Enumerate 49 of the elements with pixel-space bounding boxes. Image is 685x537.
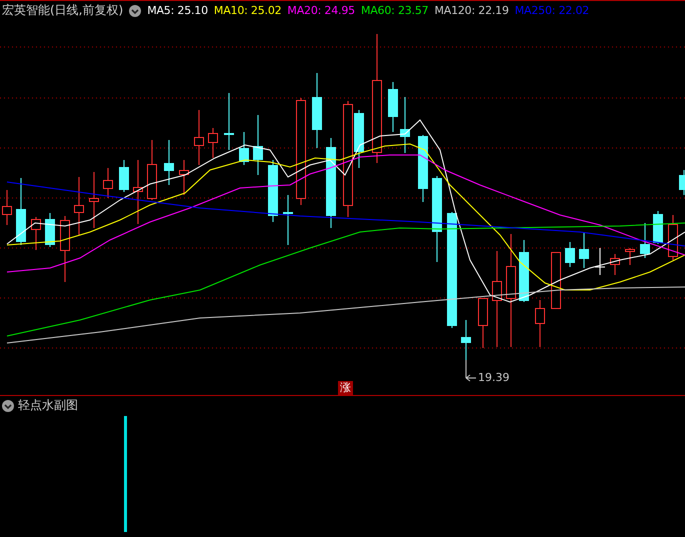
candlestick <box>194 110 204 166</box>
subchart-title: 轻点水副图 <box>18 397 78 414</box>
indicator-value: MA60: 23.57 <box>360 4 428 17</box>
dropdown-icon[interactable] <box>129 4 142 16</box>
candlestick <box>283 194 293 246</box>
candlestick <box>679 170 685 196</box>
candlestick <box>89 172 99 228</box>
candlestick <box>133 160 143 224</box>
candlestick <box>418 134 428 202</box>
candlestick <box>461 320 471 360</box>
candlestick <box>45 212 55 248</box>
candlestick <box>400 96 410 154</box>
candlestick <box>565 242 575 268</box>
candlestick <box>551 252 561 309</box>
stock-title: 宏英智能(日线,前复权) <box>2 2 124 19</box>
candlestick <box>610 254 620 276</box>
candlestick <box>519 240 529 302</box>
candlestick <box>119 160 129 192</box>
candlestick <box>653 210 663 244</box>
indicator-value: MA120: 22.19 <box>434 4 509 17</box>
candlestick <box>60 216 70 282</box>
candlestick <box>239 132 249 166</box>
candlestick <box>147 140 157 200</box>
collapse-icon[interactable] <box>2 400 14 412</box>
arrow-icon <box>466 360 476 382</box>
candlestick <box>74 176 84 236</box>
candlestick <box>253 114 263 176</box>
candlestick <box>179 160 189 196</box>
candlestick <box>640 222 650 258</box>
candlestick <box>625 248 635 266</box>
indicator-value: MA20: 24.95 <box>287 4 355 17</box>
candlestick <box>31 216 41 250</box>
indicator-value: MA10: 25.02 <box>214 4 282 17</box>
candlestick <box>668 214 678 260</box>
candlestick <box>268 160 278 222</box>
indicator-value: MA5: 25.10 <box>147 4 208 17</box>
candlestick <box>594 248 606 276</box>
candlestick <box>388 82 398 132</box>
indicator-value: MA250: 22.02 <box>514 4 590 17</box>
candlestick <box>535 300 545 348</box>
candlestick <box>208 128 218 158</box>
low-price-label: 19.39 <box>478 371 510 384</box>
rise-marker: 涨 <box>338 381 353 395</box>
candlestick <box>16 178 26 246</box>
candlestick <box>478 298 488 348</box>
candlestick <box>103 168 113 198</box>
candlestick <box>164 140 174 186</box>
candlestick <box>224 92 234 150</box>
candlestick <box>579 232 589 268</box>
